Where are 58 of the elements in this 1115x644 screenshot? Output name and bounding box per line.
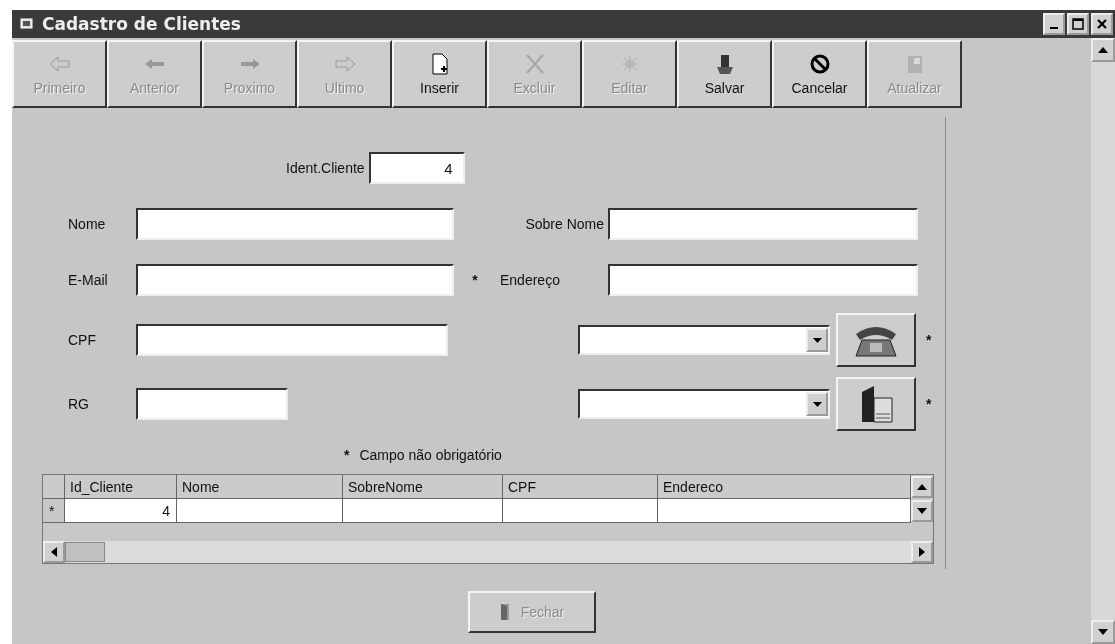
minimize-button[interactable] [1043,13,1065,35]
dropdown[interactable] [578,325,830,355]
vertical-scrollbar[interactable] [1091,38,1115,644]
field-label: Nome [67,216,107,232]
field-label: Sobre Nome [524,216,605,232]
left-arrow-icon [51,547,57,557]
optional-marker: * [344,447,350,463]
toolbar-button[interactable]: Salvar [677,40,772,108]
column-header[interactable]: SobreNome [343,475,503,499]
field-label: Endereço [499,272,561,288]
scroll-left-button[interactable] [43,541,65,563]
maximize-icon [1072,18,1084,30]
column-header[interactable]: Id_Cliente [65,475,177,499]
input-field[interactable] [608,208,918,240]
down-arrow-icon [917,508,927,514]
column-header[interactable]: Nome [177,475,343,499]
input-field[interactable] [136,324,448,356]
minimize-icon [1050,27,1058,29]
field-label: RG [67,396,90,412]
input-field[interactable] [136,388,288,420]
optional-marker: * [926,396,932,412]
field-value: 4 [444,159,453,177]
toolbar-button[interactable]: Inserir [392,40,487,108]
scroll-right-button[interactable] [911,541,933,563]
up-arrow-icon [1098,47,1108,53]
input-field[interactable] [136,264,454,296]
up-arrow-icon [917,484,927,490]
dropdown[interactable] [578,389,830,419]
close-button[interactable] [1091,13,1113,35]
scroll-up-button[interactable] [1091,38,1115,62]
maximize-button[interactable] [1067,13,1089,35]
input-field[interactable] [608,264,918,296]
field-label: Ident.Cliente [286,160,365,176]
close-icon [1096,18,1108,30]
phone-button[interactable] [836,313,916,367]
horizontal-scrollbar[interactable] [43,541,933,563]
scroll-up-button[interactable] [911,476,933,498]
down-arrow-icon [1098,629,1108,635]
optional-marker: * [472,272,478,288]
toolbar-button[interactable]: Cancelar [772,40,867,108]
caret-icon [812,337,822,343]
input-field[interactable]: 4 [368,152,465,184]
scroll-down-button[interactable] [1091,620,1115,644]
book-button[interactable] [836,377,916,431]
field-label: E-Mail [67,272,109,288]
form-icon [18,17,34,31]
scroll-thumb[interactable] [65,542,105,562]
caret-icon [812,401,822,407]
scroll-down-button[interactable] [911,500,933,522]
optional-marker: * [926,332,932,348]
window-title: Cadastro de Clientes [42,14,241,34]
input-field[interactable] [136,208,454,240]
note-text: Campo não obrigatório [359,447,502,463]
column-header[interactable]: CPF [503,475,658,499]
column-header[interactable]: Endereco [658,475,911,499]
field-label: CPF [67,332,97,348]
right-arrow-icon [919,547,925,557]
table-cell: 4 [65,499,177,523]
